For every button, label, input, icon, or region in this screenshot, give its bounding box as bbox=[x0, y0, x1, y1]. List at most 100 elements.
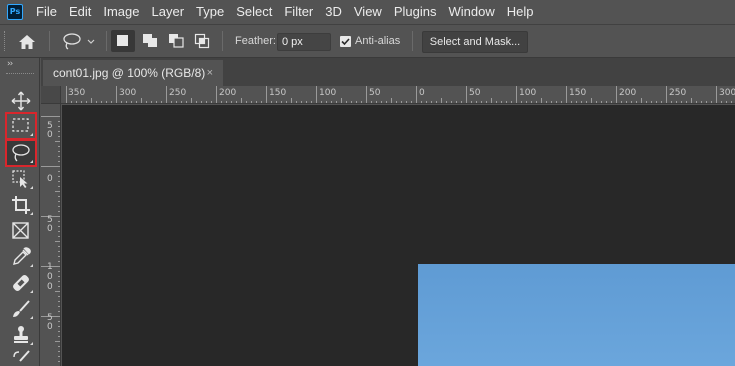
canvas-area[interactable] bbox=[62, 105, 735, 366]
marquee-icon bbox=[12, 118, 29, 132]
tool-flyout-indicator bbox=[30, 290, 33, 293]
menu-layer[interactable]: Layer bbox=[146, 0, 191, 24]
document-image[interactable] bbox=[418, 264, 735, 366]
menu-edit[interactable]: Edit bbox=[63, 0, 97, 24]
antialias-checkbox[interactable] bbox=[340, 36, 351, 47]
subtract-from-selection-button[interactable] bbox=[164, 30, 188, 52]
intersect-selection-button[interactable] bbox=[190, 30, 214, 52]
ruler-h-label: 200 bbox=[219, 88, 237, 98]
lasso-icon bbox=[12, 144, 30, 162]
ruler-h-label: 100 bbox=[319, 88, 337, 98]
menu-help[interactable]: Help bbox=[501, 0, 540, 24]
ruler-h-label: 150 bbox=[569, 88, 587, 98]
crop-tool[interactable] bbox=[6, 192, 36, 218]
ruler-v-label: 1 0 0 bbox=[47, 262, 53, 292]
tool-flyout-indicator bbox=[30, 160, 33, 163]
ruler-v-label: 5 0 bbox=[47, 121, 53, 140]
menu-select[interactable]: Select bbox=[230, 0, 278, 24]
document-tab-bar: cont01.jpg @ 100% (RGB/8) × bbox=[41, 58, 735, 86]
crop-icon bbox=[12, 196, 30, 214]
options-separator bbox=[49, 31, 50, 51]
menu-filter[interactable]: Filter bbox=[278, 0, 319, 24]
menu-image[interactable]: Image bbox=[97, 0, 145, 24]
ruler-origin[interactable] bbox=[41, 86, 61, 104]
ruler-h-label: 150 bbox=[269, 88, 287, 98]
tool-flyout-indicator bbox=[30, 316, 33, 319]
tool-flyout-indicator bbox=[30, 212, 33, 215]
tool-flyout-indicator bbox=[30, 342, 33, 345]
healing-brush-tool[interactable] bbox=[6, 270, 36, 296]
frame-tool[interactable] bbox=[6, 218, 36, 244]
bandage-icon bbox=[13, 275, 29, 291]
frame-icon bbox=[12, 222, 29, 239]
feather-input[interactable]: 0 px bbox=[277, 33, 331, 51]
vertical-ruler[interactable]: 5 0 0 5 0 1 0 0 5 0 bbox=[41, 104, 61, 366]
lasso-tool[interactable] bbox=[5, 139, 37, 167]
new-selection-icon bbox=[117, 35, 128, 46]
app-logo[interactable]: Ps bbox=[7, 4, 23, 20]
ruler-h-label: 300 bbox=[119, 88, 137, 98]
options-bar: Feather: 0 px Anti-alias Select and Mask… bbox=[0, 24, 735, 58]
menu-file[interactable]: File bbox=[30, 0, 63, 24]
tools-panel: ›› bbox=[0, 58, 40, 366]
history-brush-tool[interactable] bbox=[6, 346, 36, 366]
ruler-h-label: 250 bbox=[669, 88, 687, 98]
options-separator bbox=[412, 31, 413, 51]
photoshop-window: Ps File Edit Image Layer Type Select Fil… bbox=[0, 0, 735, 366]
brush-icon bbox=[13, 300, 30, 317]
eyedropper-icon bbox=[13, 247, 31, 265]
ruler-h-label: 350 bbox=[68, 88, 86, 98]
ruler-h-label: 200 bbox=[619, 88, 637, 98]
document-tab[interactable]: cont01.jpg @ 100% (RGB/8) × bbox=[43, 60, 223, 86]
ruler-h-label: 250 bbox=[169, 88, 187, 98]
object-selection-tool[interactable] bbox=[6, 166, 36, 192]
home-icon bbox=[19, 35, 35, 49]
feather-label: Feather: bbox=[235, 35, 276, 47]
tool-flyout-indicator bbox=[30, 133, 33, 136]
intersect-selection-icon bbox=[194, 33, 210, 49]
ruler-v-label: 5 0 bbox=[47, 313, 53, 332]
tool-flyout-indicator bbox=[30, 264, 33, 267]
collapse-panel-button[interactable]: ›› bbox=[7, 59, 13, 69]
move-icon bbox=[11, 91, 31, 111]
options-separator bbox=[222, 31, 223, 51]
close-icon[interactable]: × bbox=[207, 60, 213, 86]
horizontal-ruler[interactable]: 350 300 250 200 150 100 50 0 50 100 150 … bbox=[61, 86, 735, 104]
antialias-label: Anti-alias bbox=[355, 35, 401, 47]
options-separator bbox=[106, 31, 107, 51]
move-tool[interactable] bbox=[6, 88, 36, 114]
brush-tool[interactable] bbox=[6, 296, 36, 322]
clone-stamp-tool[interactable] bbox=[6, 322, 36, 348]
document-tab-title: cont01.jpg @ 100% (RGB/8) bbox=[53, 66, 206, 80]
ruler-h-label: 300 bbox=[719, 88, 735, 98]
menu-plugins[interactable]: Plugins bbox=[388, 0, 443, 24]
lasso-icon bbox=[63, 33, 95, 50]
new-selection-button[interactable] bbox=[111, 30, 135, 52]
ruler-v-label: 0 bbox=[47, 174, 53, 184]
ruler-v-label: 5 0 bbox=[47, 215, 53, 234]
ruler-h-label: 50 bbox=[469, 88, 481, 98]
tool-preset-picker[interactable] bbox=[62, 32, 102, 52]
eyedropper-tool[interactable] bbox=[6, 244, 36, 270]
ruler-h-label: 0 bbox=[419, 88, 425, 98]
history-brush-icon bbox=[13, 350, 30, 362]
object-selection-icon bbox=[12, 170, 28, 188]
menu-type[interactable]: Type bbox=[190, 0, 230, 24]
rectangular-marquee-tool[interactable] bbox=[5, 112, 37, 140]
home-button[interactable] bbox=[17, 33, 39, 51]
stamp-icon bbox=[14, 326, 28, 343]
select-and-mask-button[interactable]: Select and Mask... bbox=[422, 31, 528, 53]
tools-panel-grip[interactable] bbox=[6, 73, 34, 75]
ruler-h-label: 100 bbox=[519, 88, 537, 98]
menu-window[interactable]: Window bbox=[442, 0, 500, 24]
options-bar-grip[interactable] bbox=[4, 31, 6, 51]
add-selection-icon bbox=[143, 34, 157, 47]
menu-bar: Ps File Edit Image Layer Type Select Fil… bbox=[0, 0, 735, 24]
add-to-selection-button[interactable] bbox=[138, 30, 162, 52]
tool-flyout-indicator bbox=[30, 186, 33, 189]
ruler-h-label: 50 bbox=[369, 88, 381, 98]
menu-3d[interactable]: 3D bbox=[319, 0, 348, 24]
subtract-selection-icon bbox=[169, 34, 184, 48]
menu-view[interactable]: View bbox=[348, 0, 388, 24]
checkmark-icon bbox=[341, 38, 350, 46]
